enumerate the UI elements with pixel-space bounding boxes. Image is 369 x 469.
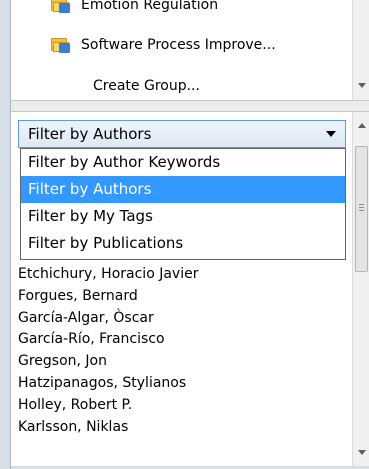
filter-option-publications[interactable]: Filter by Publications: [21, 230, 345, 257]
filter-option-my-tags[interactable]: Filter by My Tags: [21, 203, 345, 230]
author-item[interactable]: Etchichury, Horacio Javier: [18, 264, 352, 286]
author-item[interactable]: Karlsson, Niklas: [18, 417, 352, 439]
group-item-emotion-regulation[interactable]: Emotion Regulation: [51, 0, 218, 18]
groups-scrollbar[interactable]: [352, 0, 369, 100]
author-item[interactable]: Hatzipanagos, Stylianos: [18, 373, 352, 395]
left-frame-border: [0, 0, 11, 469]
author-item[interactable]: Holley, Robert P.: [18, 395, 352, 417]
filter-option-author-keywords[interactable]: Filter by Author Keywords: [21, 149, 345, 176]
group-label: Emotion Regulation: [81, 0, 219, 13]
filter-select[interactable]: Filter by Authors: [18, 120, 346, 148]
author-item[interactable]: Gregson, Jon: [18, 351, 352, 373]
create-group-link[interactable]: Create Group...: [93, 73, 200, 99]
authors-scrollbar[interactable]: [352, 112, 369, 469]
filter-option-authors[interactable]: Filter by Authors: [21, 176, 345, 203]
filter-dropdown-list: Filter by Author Keywords Filter by Auth…: [20, 148, 346, 260]
author-item[interactable]: Forgues, Bernard: [18, 286, 352, 308]
scroll-down-arrow-icon[interactable]: [358, 83, 366, 88]
author-item[interactable]: García-Algar, Òscar: [18, 308, 352, 330]
groups-panel: Emotion Regulation Software Process Impr…: [11, 0, 369, 100]
folder-shared-icon: [51, 0, 71, 13]
folder-shared-icon: [51, 37, 71, 53]
group-label: Software Process Improve...: [81, 37, 276, 53]
chevron-down-icon[interactable]: [326, 131, 336, 137]
scroll-up-arrow-icon[interactable]: [358, 123, 366, 128]
author-list: Etchichury, Horacio Javier Forgues, Bern…: [18, 264, 352, 438]
group-item-software-process[interactable]: Software Process Improve...: [51, 32, 276, 58]
author-item[interactable]: García-Río, Francisco: [18, 329, 352, 351]
scroll-down-arrow-icon[interactable]: [358, 450, 366, 455]
filter-selected-value: Filter by Authors: [28, 125, 152, 143]
scroll-thumb[interactable]: [355, 146, 368, 272]
panel-splitter[interactable]: [11, 100, 369, 112]
